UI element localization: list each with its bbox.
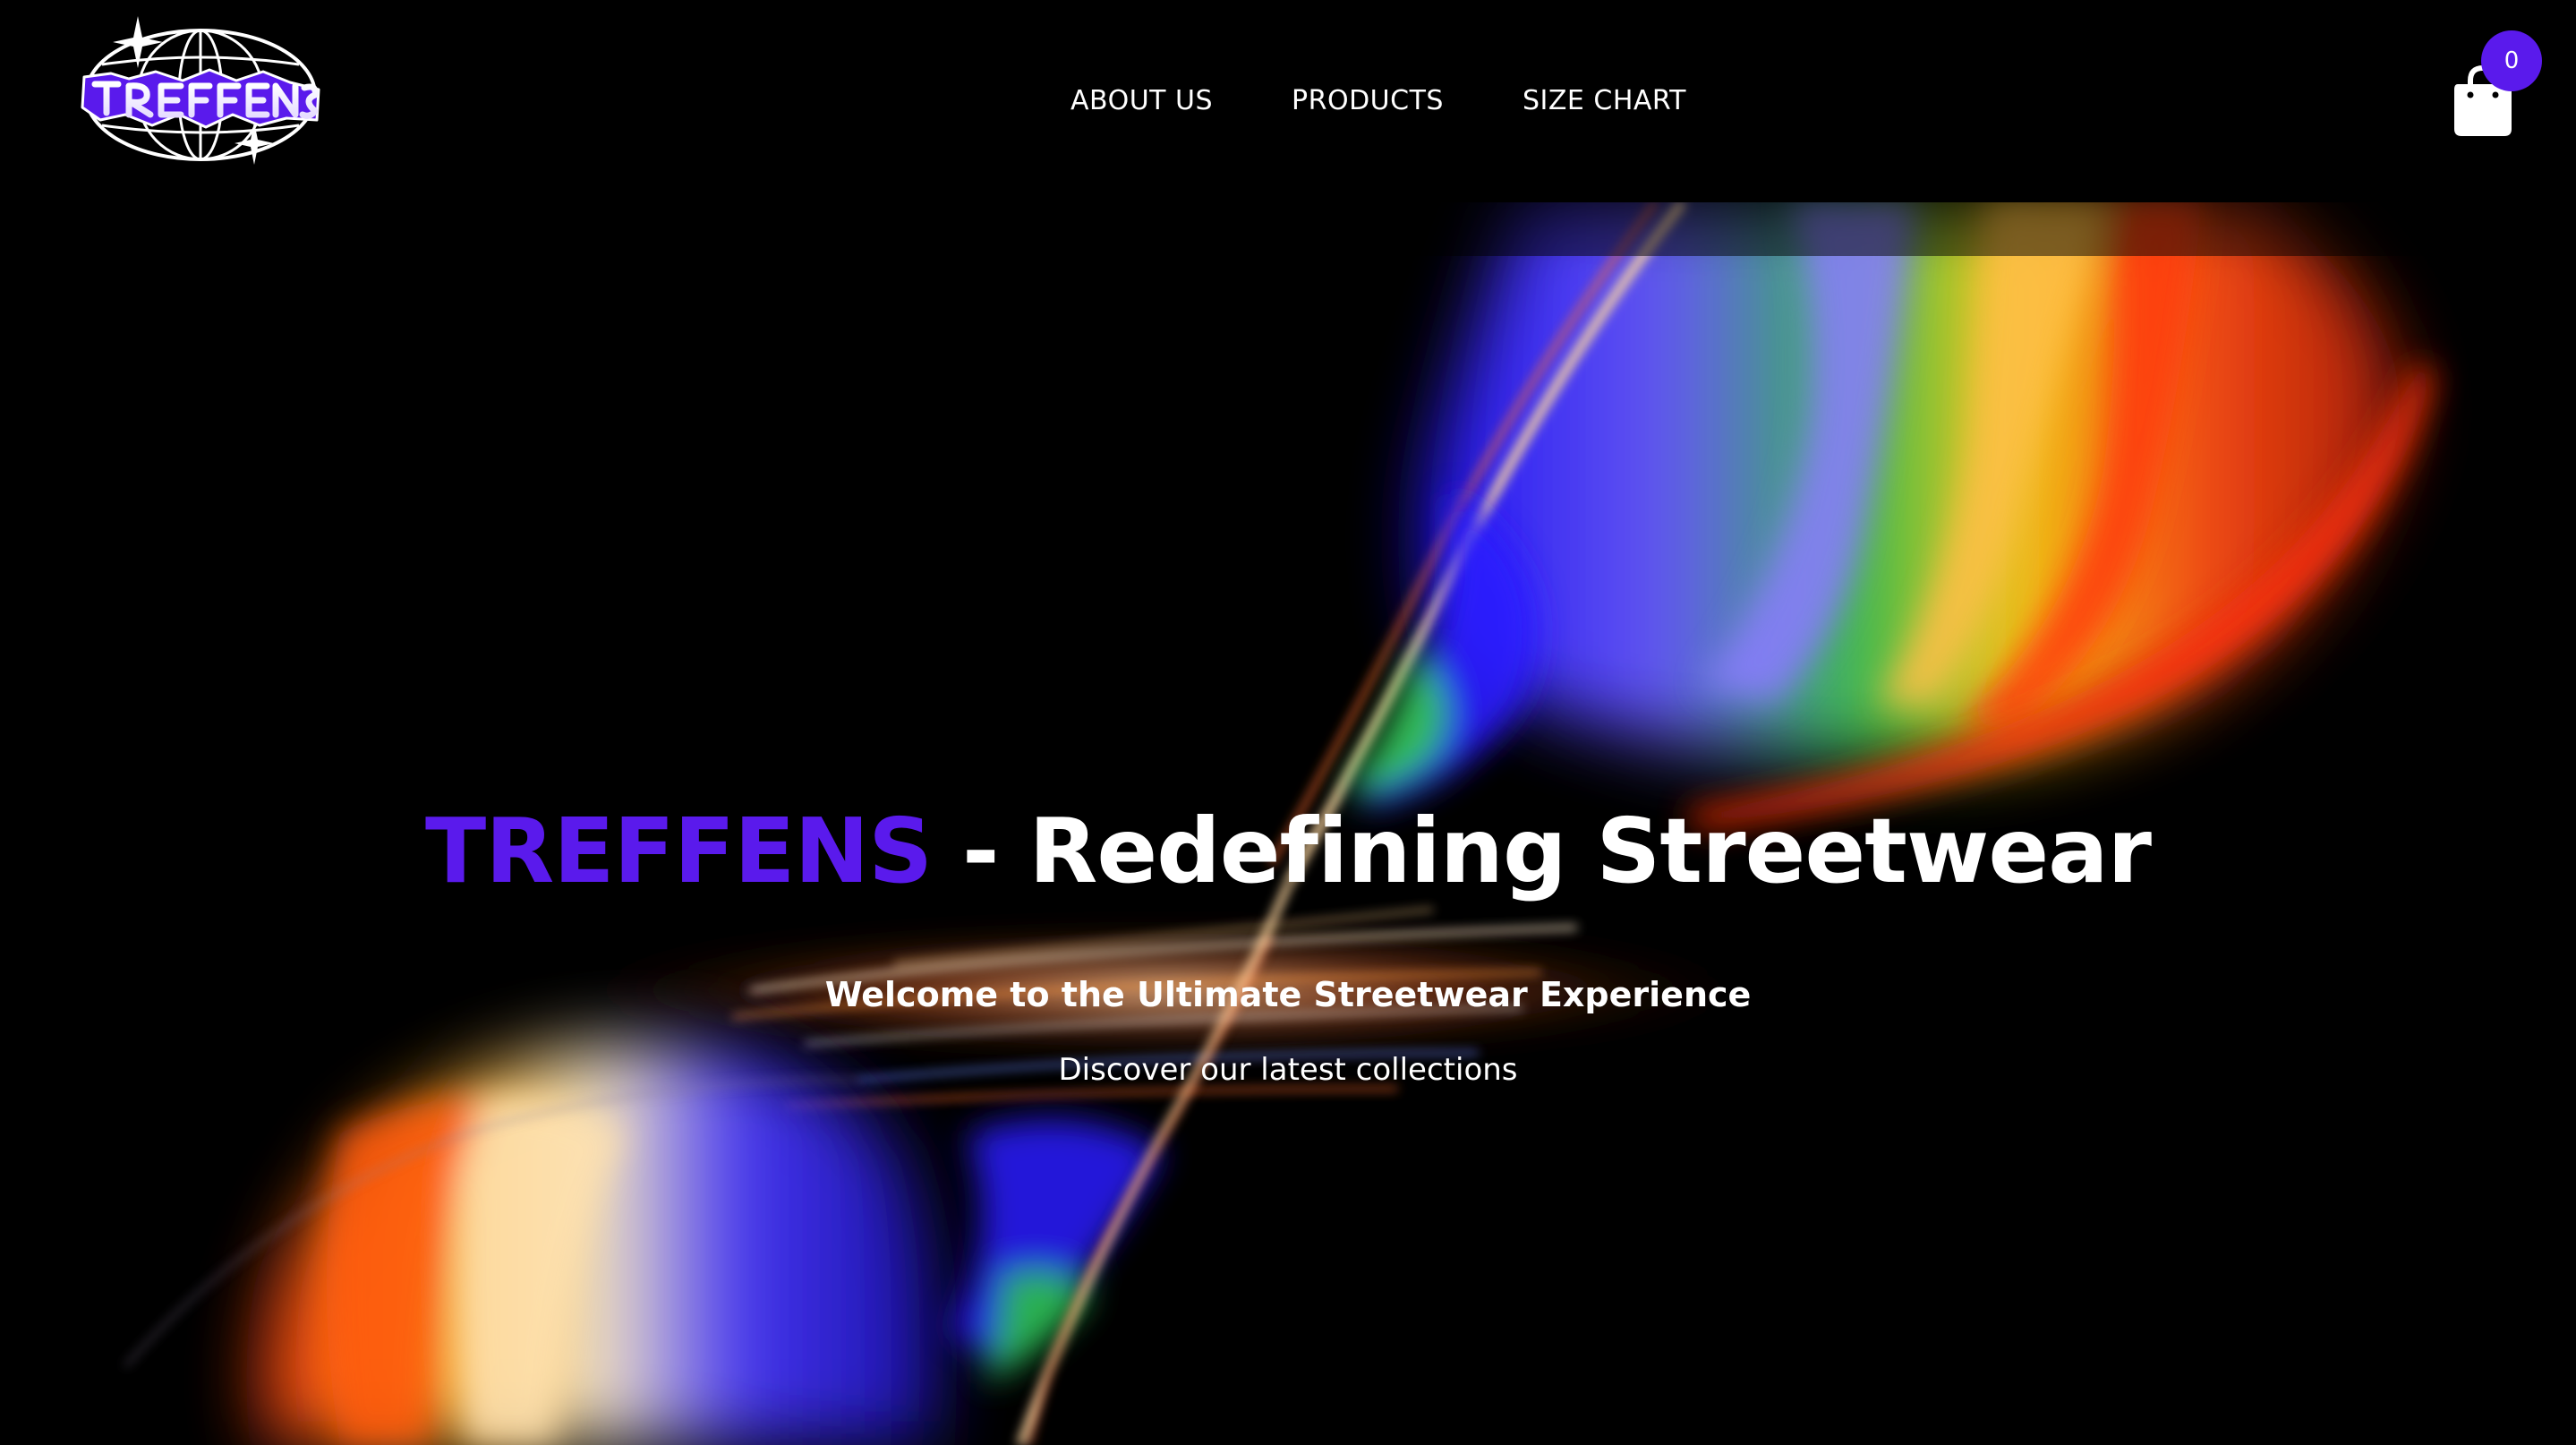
site-header: ABOUT US PRODUCTS SIZE CHART 0 xyxy=(0,0,2576,202)
main-nav: ABOUT US PRODUCTS SIZE CHART xyxy=(1029,75,1726,125)
nav-link-size-chart[interactable]: SIZE CHART xyxy=(1523,85,1686,116)
hero-subtitle: Welcome to the Ultimate Streetwear Exper… xyxy=(824,975,1752,1014)
nav-link-products[interactable]: PRODUCTS xyxy=(1292,85,1444,116)
hero-tagline: Discover our latest collections xyxy=(1058,1052,1518,1088)
cart-count-badge: 0 xyxy=(2481,30,2542,91)
nav-link-about-us[interactable]: ABOUT US xyxy=(1070,85,1213,116)
hero-content: TREFFENS - Redefining Streetwear Welcome… xyxy=(0,793,2576,1090)
cart-button[interactable]: 0 xyxy=(2444,27,2551,136)
hero-title: TREFFENS - Redefining Streetwear xyxy=(0,793,2576,910)
hero-section: TREFFENS - Redefining Streetwear Welcome… xyxy=(0,202,2576,1445)
hero-title-rest: - Redefining Streetwear xyxy=(932,799,2152,903)
globe-logo-icon xyxy=(81,16,320,165)
hero-title-brand: TREFFENS xyxy=(425,799,933,903)
page: ABOUT US PRODUCTS SIZE CHART 0 TREFFENS … xyxy=(0,0,2576,1445)
brand-logo[interactable] xyxy=(75,14,326,167)
